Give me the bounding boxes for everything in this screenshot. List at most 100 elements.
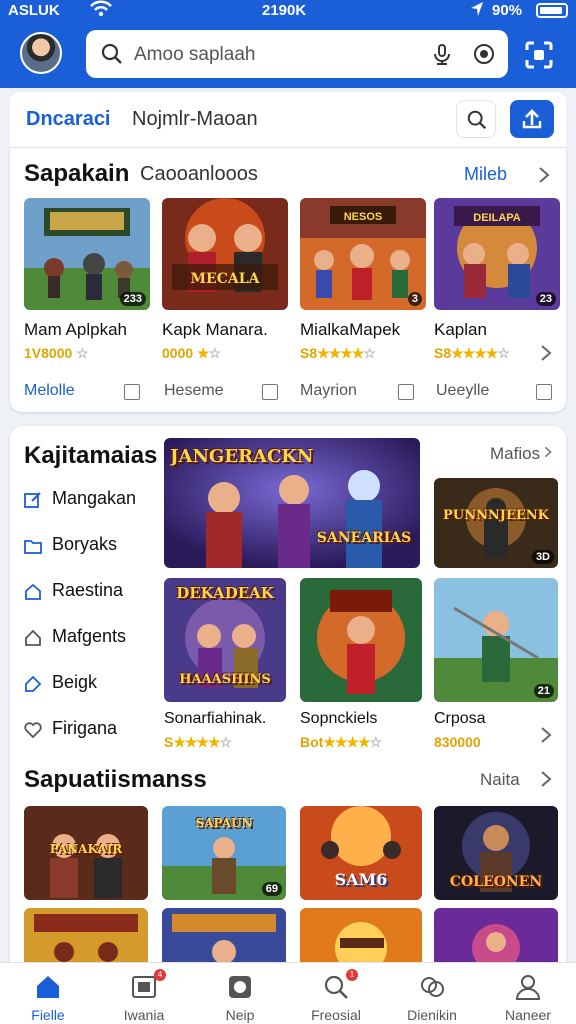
game-tile[interactable]: 21 [434,578,558,702]
search-bar[interactable]: Amoo saplaah [86,30,508,78]
tile-caption: PUNNNJEENK [443,508,549,523]
game-tile[interactable] [300,578,422,702]
game-action[interactable]: Heseme [164,382,224,400]
game-rating: 830000 [434,734,481,750]
avatar[interactable] [20,32,62,74]
nav-item-home[interactable]: Fielle [0,963,96,1024]
camera-icon[interactable] [472,42,496,66]
see-all-link[interactable]: Naita [480,770,520,790]
profile-icon [515,975,541,1000]
game-tile[interactable]: SAM6 [300,806,422,900]
tile-caption: JANGERACKN [170,446,314,467]
game-tile[interactable]: SAPAUN 69 [162,806,286,900]
game-rating: 0000 ★☆ [162,345,221,361]
tile-caption: HAAASHINS [179,672,271,687]
home-icon [37,976,59,998]
game-action[interactable]: Ueeylle [436,382,489,400]
game-thumbnail[interactable]: DEILAPA 23 [434,198,560,310]
chevron-right-icon[interactable] [540,344,552,362]
install-icon[interactable] [398,384,414,400]
nav-item-apps[interactable]: Neip [192,963,288,1024]
section-title: Kajitamaias [24,442,158,469]
apps-icon [229,976,251,998]
status-bar: ASLUK 2190K 90% [0,0,576,22]
nav-item-search[interactable]: 1 Freosial [288,963,384,1024]
chevron-right-icon[interactable] [540,726,552,744]
mic-icon[interactable] [430,42,454,66]
chevron-right-icon[interactable] [538,166,550,184]
game-name[interactable]: Mam Aplpkah [24,320,127,340]
filter-search-button[interactable] [456,100,496,138]
nav-item-profile[interactable]: Naneer [480,963,576,1024]
svg-text:MECALA: MECALA [191,271,261,287]
social-icon [421,977,444,997]
location-icon [470,1,484,21]
tag-icon [25,675,42,692]
section-featured-apps: Sapakain Caooanlooos Mileb 233 MECALA NE… [10,148,566,412]
game-rating: S★★★★☆ [164,734,232,750]
game-tile[interactable]: PUNNNJEENK 3D [434,478,558,568]
section-subtitle: Caooanlooos [140,163,258,185]
install-icon[interactable] [262,384,278,400]
tile-caption: DEKADEAK [176,584,274,602]
game-name[interactable]: Kaplan [434,320,487,340]
game-badge: 23 [535,292,556,306]
game-rating: S8★★★★☆ [300,345,376,361]
bottom-nav: Fielle 4 Iwania Neip 1 Freosial Dienikin… [0,962,576,1024]
search-icon [101,43,122,64]
game-badge: 21 [533,684,554,698]
game-action[interactable]: Melolle [24,382,75,400]
game-rating: Bot★★★★☆ [300,734,382,750]
tile-caption: SAPAUN [195,816,253,830]
featured-game-tile[interactable]: JANGERACKN SANEARIAS [164,438,420,568]
game-art: MECALA [162,198,288,310]
game-art [434,908,558,968]
wifi-icon [90,0,112,23]
svg-text:NESOS: NESOS [344,211,383,223]
more-link[interactable]: Mafios [490,444,540,464]
see-all-link[interactable]: Mileb [464,164,507,185]
game-tile[interactable]: DEKADEAK HAAASHINS [164,578,286,702]
tile-caption: PANAKAIR [49,842,123,856]
search-input[interactable]: Amoo saplaah [134,44,255,66]
chevron-right-icon[interactable] [540,770,552,788]
game-badge: 3D [531,550,554,564]
tile-caption: COLEONEN [449,874,543,890]
heart-icon [24,722,42,739]
install-icon[interactable] [536,384,552,400]
section-title: Sapuatiismanss [24,766,207,793]
game-name[interactable]: Crposa [434,710,486,728]
game-art [300,908,422,968]
game-action[interactable]: Mayrion [300,382,357,400]
game-thumbnail[interactable]: NESOS 3 [300,198,426,310]
tile-caption: SANEARIAS [316,530,412,546]
game-name[interactable]: MialkaMapek [300,320,400,340]
battery-percent: 90% [492,2,523,19]
game-name[interactable]: Sonarfiahinak. [164,710,266,728]
game-name[interactable]: Kapk Manara. [162,320,268,340]
notification-badge: 4 [154,969,166,981]
nav-item-gallery[interactable]: 4 Iwania [96,963,192,1024]
tab-secondary[interactable]: Nojmlr-Maoan [132,108,258,131]
scan-icon[interactable] [524,40,554,70]
folder-icon [24,540,42,554]
upload-button[interactable] [510,100,554,138]
game-tile[interactable] [24,908,148,968]
game-tile[interactable]: COLEONEN [434,806,558,900]
game-thumbnail[interactable]: 233 [24,198,150,310]
game-name[interactable]: Sopnckiels [300,710,377,728]
game-badge: 233 [119,292,146,306]
game-tile[interactable]: PANAKAIR [24,806,148,900]
game-tile[interactable] [162,908,286,968]
game-thumbnail[interactable]: MECALA [162,198,288,310]
nav-item-social[interactable]: Dienikin [384,963,480,1024]
edit-icon [24,492,41,508]
game-badge: 69 [261,882,282,896]
tab-primary[interactable]: Dncaraci [20,108,116,151]
game-tile[interactable] [434,908,558,968]
tabs-row: Dncaraci Nojmlr-Maoan [10,92,566,151]
install-icon[interactable] [124,384,140,400]
chevron-right-icon[interactable] [544,446,552,458]
game-tile[interactable] [300,908,422,968]
battery-icon [536,3,568,18]
